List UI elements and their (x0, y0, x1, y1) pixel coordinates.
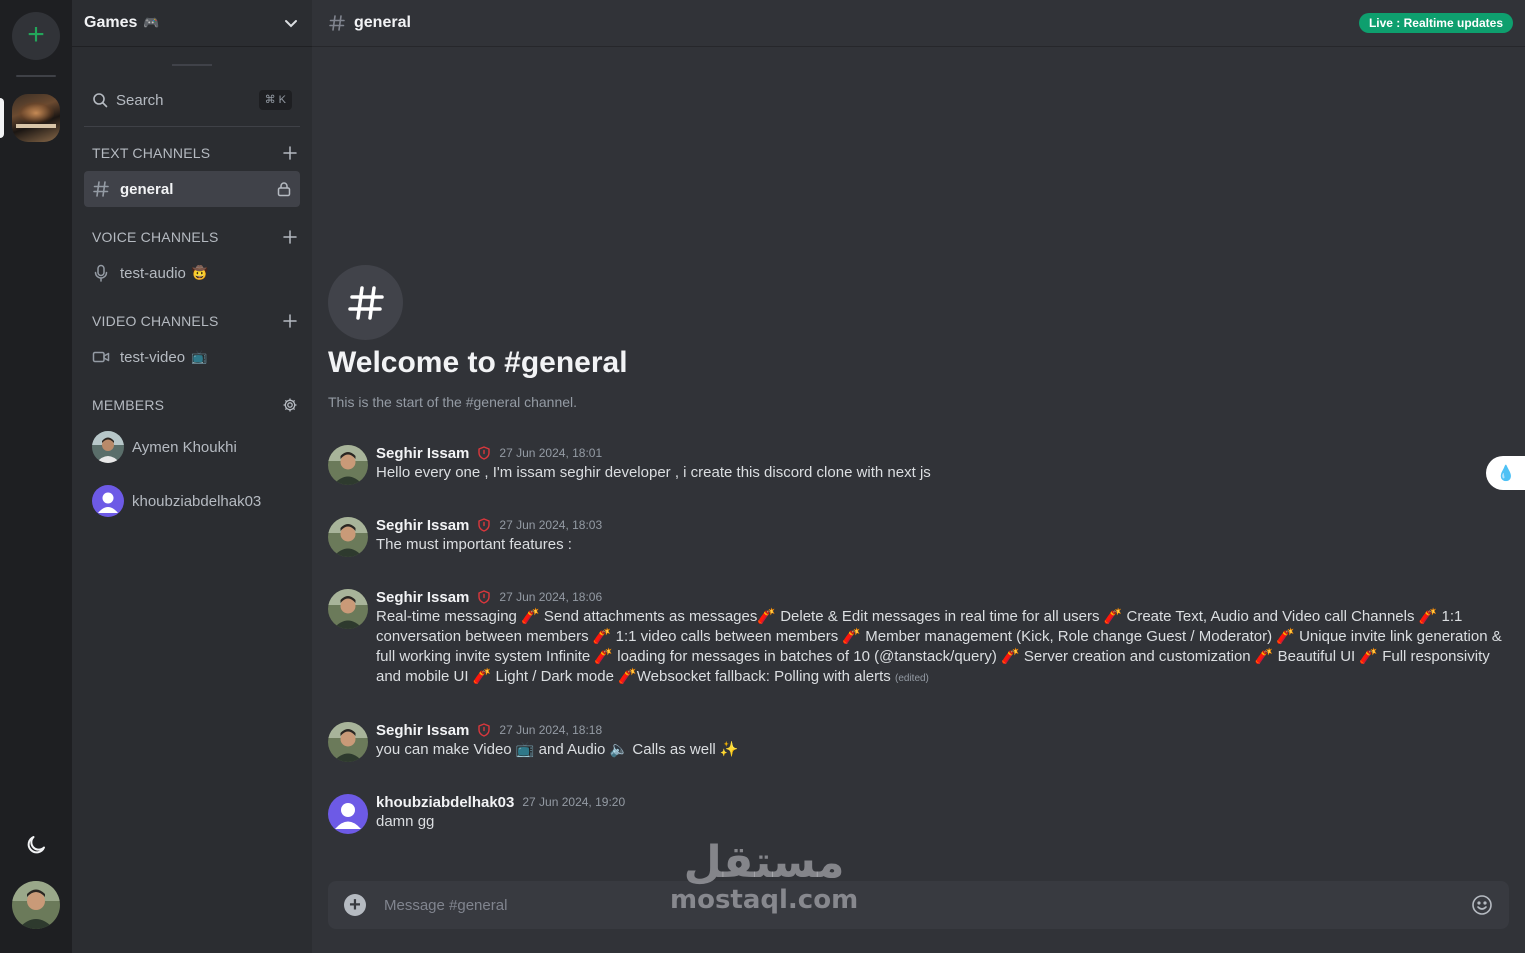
plus-icon: + (349, 894, 361, 916)
shield-icon (478, 590, 491, 604)
message-text: The must important features : (376, 536, 572, 553)
message-timestamp: 27 Jun 2024, 19:20 (522, 795, 626, 809)
attach-button[interactable]: + (344, 894, 366, 916)
hash-icon (347, 285, 384, 320)
server-rail: + (0, 0, 72, 953)
avatar[interactable] (328, 445, 368, 485)
section-title: TEXT CHANNELS (92, 145, 211, 161)
member-item[interactable]: Aymen Khoukhi (84, 425, 300, 469)
rail-divider (16, 75, 56, 77)
member-name: Aymen Khoukhi (132, 438, 237, 456)
channel-name: general (120, 180, 174, 198)
hash-icon (329, 15, 345, 31)
section-voice-channels: VOICE CHANNELS (92, 227, 300, 247)
tv-emoji-icon: 📺 (191, 349, 208, 364)
message-text: Real-time messaging 🧨 Send attachments a… (376, 608, 1502, 685)
chat-message: khoubziabdelhak03 27 Jun 2024, 19:20 dam… (328, 792, 1513, 834)
message-timestamp: 27 Jun 2024, 18:18 (499, 723, 603, 737)
message-author[interactable]: Seghir Issam (376, 722, 469, 739)
divider (84, 126, 300, 127)
message-author[interactable]: Seghir Issam (376, 517, 469, 534)
channel-test-audio[interactable]: test-audio 🤠 (84, 255, 300, 291)
server-header[interactable]: Games 🎮 (72, 0, 312, 47)
avatar (12, 881, 60, 929)
channel-name: test-video (120, 348, 186, 366)
gamepad-icon: 🎮 (143, 15, 160, 30)
search-button[interactable]: Search ⌘ K (84, 84, 300, 116)
message-text: damn gg (376, 813, 435, 830)
message-author[interactable]: Seghir Issam (376, 445, 469, 462)
current-user-avatar[interactable] (12, 881, 60, 929)
search-icon (93, 93, 108, 108)
chat-message: Seghir Issam 27 Jun 2024, 18:03 The must… (328, 515, 1513, 557)
theme-toggle-button[interactable] (24, 833, 48, 857)
message-timestamp: 27 Jun 2024, 18:03 (499, 518, 603, 532)
channel-name: test-audio (120, 264, 186, 282)
droplet-icon: 💧 (1496, 465, 1516, 482)
plus-icon: + (27, 18, 45, 51)
message-author[interactable]: khoubziabdelhak03 (376, 794, 514, 811)
channel-title: general (354, 14, 411, 31)
welcome-title: Welcome to #general (328, 346, 628, 379)
search-shortcut: ⌘ K (258, 90, 292, 110)
gear-icon[interactable] (282, 397, 298, 413)
lock-icon (277, 182, 291, 197)
add-server-button[interactable]: + (12, 12, 60, 60)
member-name: khoubziabdelhak03 (132, 492, 262, 510)
section-members: MEMBERS (92, 395, 300, 415)
watermark-arabic: مستقل (683, 837, 845, 888)
welcome-subtitle: This is the start of the #general channe… (328, 394, 578, 410)
section-title: VIDEO CHANNELS (92, 313, 219, 329)
shield-icon (478, 723, 491, 737)
message-timestamp: 27 Jun 2024, 18:06 (499, 590, 603, 604)
chat-message: Seghir Issam 27 Jun 2024, 18:18 you can … (328, 720, 1513, 762)
divider (172, 64, 212, 66)
shield-icon (478, 518, 491, 532)
channel-welcome-icon (328, 265, 403, 340)
channel-general[interactable]: general (84, 171, 300, 207)
edited-label: (edited) (894, 673, 929, 684)
section-video-channels: VIDEO CHANNELS (92, 311, 300, 331)
status-badge: Live : Realtime updates (1358, 13, 1513, 33)
message-author[interactable]: Seghir Issam (376, 589, 469, 606)
hash-icon (93, 181, 109, 197)
search-label: Search (116, 91, 164, 109)
channel-test-video[interactable]: test-video 📺 (84, 339, 300, 375)
member-item[interactable]: khoubziabdelhak03 (84, 479, 300, 523)
chat-message: Seghir Issam 27 Jun 2024, 18:01 Hello ev… (328, 443, 1513, 485)
section-title: MEMBERS (92, 397, 165, 413)
active-server-indicator (0, 98, 4, 138)
message-timestamp: 27 Jun 2024, 18:01 (499, 446, 603, 460)
avatar[interactable] (328, 794, 368, 834)
section-text-channels: TEXT CHANNELS (92, 143, 300, 163)
add-text-channel-icon[interactable] (282, 145, 298, 161)
cowboy-emoji-icon: 🤠 (191, 265, 209, 280)
server-icon-games[interactable] (12, 94, 60, 142)
avatar (92, 431, 124, 463)
avatar[interactable] (328, 517, 368, 557)
avatar[interactable] (328, 722, 368, 762)
chevron-down-icon (285, 20, 297, 28)
add-voice-channel-icon[interactable] (282, 229, 298, 245)
message-text: you can make Video 📺 and Audio 🔈 Calls a… (376, 741, 739, 758)
message-composer: + (328, 881, 1509, 929)
chat-header: general Live : Realtime updates (312, 0, 1525, 47)
server-name: Games (84, 14, 138, 31)
floating-drop-button[interactable]: 💧 (1486, 456, 1525, 490)
message-text: Hello every one , I'm issam seghir devel… (376, 464, 931, 481)
moon-icon (27, 836, 45, 854)
message-input[interactable] (378, 893, 1448, 917)
shield-icon (478, 446, 491, 460)
section-title: VOICE CHANNELS (92, 229, 219, 245)
channel-sidebar: Games 🎮 Search ⌘ K TEXT CHANNELS general… (72, 0, 312, 953)
video-icon (92, 351, 110, 363)
avatar[interactable] (328, 589, 368, 629)
add-video-channel-icon[interactable] (282, 313, 298, 329)
emoji-icon[interactable] (1471, 894, 1493, 916)
mic-icon (94, 264, 108, 282)
avatar (92, 485, 124, 517)
chat-message: Seghir Issam 27 Jun 2024, 18:06 Real-tim… (328, 587, 1513, 689)
chat-area: general Live : Realtime updates Welcome … (312, 0, 1525, 953)
